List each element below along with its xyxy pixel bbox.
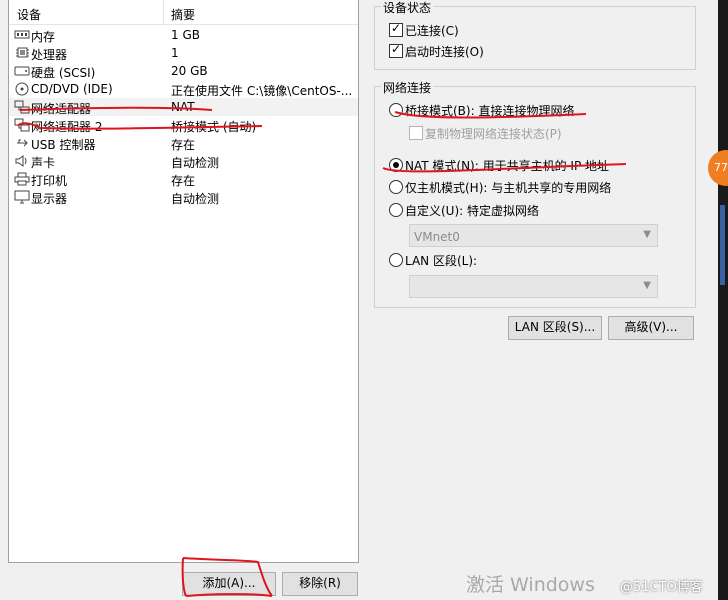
display-icon [14,190,30,204]
vertical-scrollbar[interactable] [718,0,728,600]
connect-at-power-on-checkbox[interactable]: ✓ [389,42,403,58]
device-name: CD/DVD (IDE) [31,82,113,96]
replicate-state-checkbox[interactable] [409,126,423,140]
radio-selected-dot [393,162,399,168]
device-row-cd-dvd[interactable]: CD/DVD (IDE) 正在使用文件 C:\镜像\CentOS-... [9,80,358,98]
processor-icon [16,47,29,58]
cd-dvd-icon [15,82,29,96]
add-button[interactable]: 添加(A)... [182,572,276,596]
device-summary: 正在使用文件 C:\镜像\CentOS-... [171,84,353,98]
notification-badge[interactable]: 77 [708,150,728,186]
device-summary: 桥接模式 (自动) [171,120,257,134]
checkmark-icon: ✓ [391,42,402,56]
column-header-device: 设备 [17,8,42,22]
activate-windows-watermark: 激活 Windows [466,574,595,596]
nat-radio[interactable] [389,158,403,172]
device-summary: 1 GB [171,28,200,42]
scrollbar-thumb[interactable] [720,205,725,285]
device-summary: 自动检测 [171,192,220,206]
lan-segment-label[interactable]: LAN 区段(L): [405,252,477,269]
network-connection-group: 网络连接 桥接模式(B): 直接连接物理网络 复制物理网络连接状态(P) NAT… [374,79,696,308]
device-name: 打印机 [31,174,68,188]
device-list-header: 设备 摘要 [9,0,358,25]
device-row-processor[interactable]: 处理器 1 [9,44,358,62]
device-status-group: 设备状态 ✓ 已连接(C) ✓ 启动时连接(O) [374,0,696,70]
remove-button[interactable]: 移除(R) [282,572,358,596]
network-adapter-icon [14,100,30,114]
printer-icon [14,172,30,186]
nat-label[interactable]: NAT 模式(N): 用于共享主机的 IP 地址 [405,157,609,174]
device-name: 处理器 [31,48,68,62]
network-adapter-icon [14,118,30,132]
device-name: 显示器 [31,192,68,206]
device-row-printer[interactable]: 打印机 存在 [9,170,358,188]
device-row-sound-card[interactable]: 声卡 自动检测 [9,152,358,170]
memory-icon [14,30,30,39]
chevron-down-icon: ▼ [643,229,651,240]
host-only-radio[interactable] [389,180,403,194]
device-row-usb-controller[interactable]: USB 控制器 存在 [9,134,358,152]
custom-label[interactable]: 自定义(U): 特定虚拟网络 [405,202,539,219]
device-row-network-adapter-2[interactable]: 网络适配器 2 桥接模式 (自动) [9,116,358,134]
column-separator[interactable] [163,0,164,24]
custom-network-select[interactable]: VMnet0 ▼ [409,224,658,247]
connected-label[interactable]: 已连接(C) [405,22,459,39]
device-name: 内存 [31,30,56,44]
connected-checkbox[interactable]: ✓ [389,21,403,37]
lan-segments-button[interactable]: LAN 区段(S)... [508,316,602,340]
device-name: 网络适配器 [31,102,92,116]
lan-segment-select[interactable]: ▼ [409,275,658,298]
bridged-radio[interactable] [389,103,403,117]
device-name: 声卡 [31,156,56,170]
custom-radio[interactable] [389,203,403,217]
custom-network-value: VMnet0 [414,230,460,244]
lan-segment-radio[interactable] [389,253,403,267]
device-summary: 存在 [171,138,196,152]
chevron-down-icon: ▼ [643,280,651,291]
sound-card-icon [15,155,27,167]
device-row-network-adapter[interactable]: 网络适配器 NAT [9,98,358,116]
device-row-hard-disk[interactable]: 硬盘 (SCSI) 20 GB [9,62,358,80]
device-summary: 自动检测 [171,156,220,170]
hard-disk-icon [14,66,30,76]
device-row-memory[interactable]: 内存 1 GB [9,26,358,44]
advanced-button[interactable]: 高级(V)... [608,316,694,340]
device-summary: 1 [171,46,179,60]
device-row-display[interactable]: 显示器 自动检测 [9,188,358,206]
device-name: USB 控制器 [31,138,96,152]
device-summary: 20 GB [171,64,208,78]
usb-icon [17,139,28,147]
column-header-summary: 摘要 [171,8,196,22]
checkmark-icon: ✓ [391,21,402,35]
host-only-label[interactable]: 仅主机模式(H): 与主机共享的专用网络 [405,179,611,196]
bridged-label[interactable]: 桥接模式(B): 直接连接物理网络 [405,102,574,119]
source-credit: @51CTO博客 [620,580,703,595]
connect-at-power-on-label[interactable]: 启动时连接(O) [405,43,484,60]
network-connection-title: 网络连接 [381,79,434,96]
device-summary: NAT [171,100,195,114]
replicate-state-label[interactable]: 复制物理网络连接状态(P) [425,125,562,142]
device-name: 网络适配器 2 [31,120,103,134]
device-status-title: 设备状态 [381,0,434,16]
device-name: 硬盘 (SCSI) [31,66,96,80]
device-summary: 存在 [171,174,196,188]
device-list: 设备 摘要 内存 1 GB 处理器 1 硬盘 (SCSI) 20 GB CD/D… [8,0,359,563]
